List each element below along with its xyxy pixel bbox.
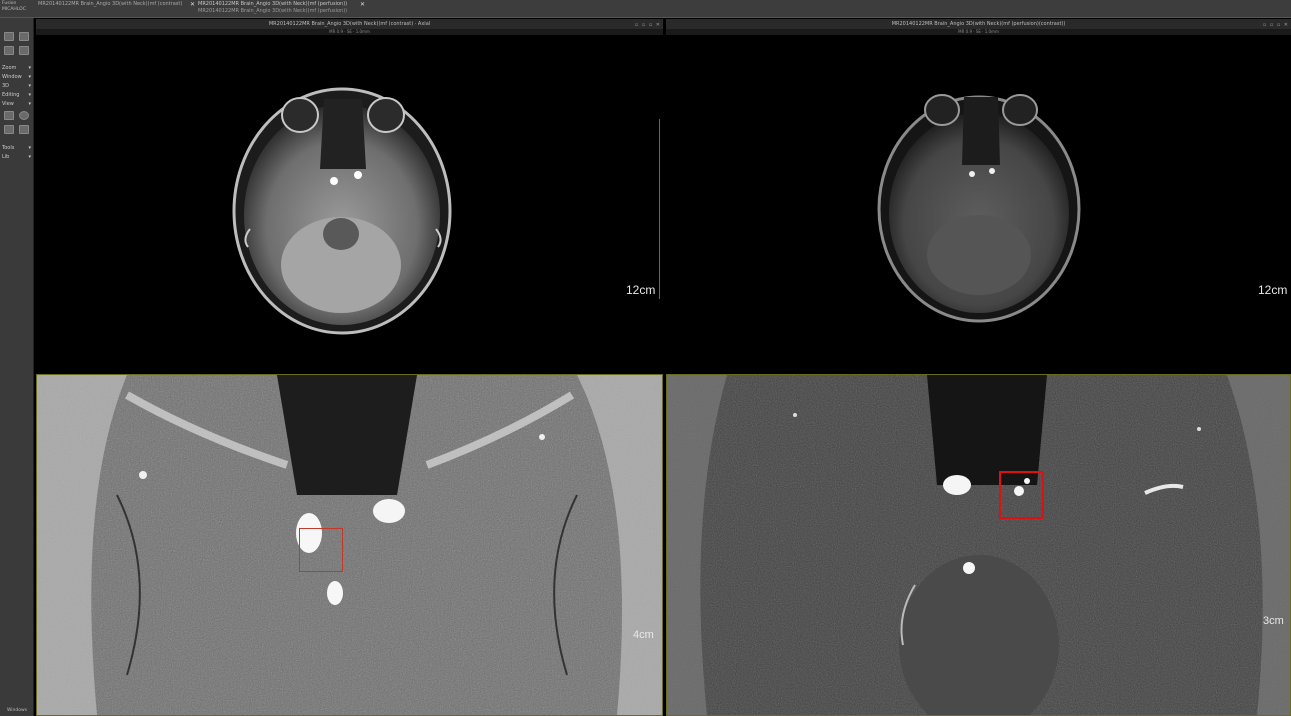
sidebar-item-zoom[interactable]: Zoom ▾ xyxy=(1,64,33,72)
windows-button[interactable]: Windows xyxy=(1,708,33,714)
sidebar-item-lib[interactable]: Lib ▾ xyxy=(1,153,33,161)
sidebar-item-label: View xyxy=(2,101,14,107)
mri-zoomed-image xyxy=(667,375,1290,715)
series-tab-label: MR20140122MR Brain_Angio 3D(with Neck)(m… xyxy=(198,8,348,14)
sidebar-item-label: Zoom xyxy=(2,65,17,71)
roi-box[interactable] xyxy=(299,528,343,572)
close-icon[interactable]: ✕ xyxy=(190,1,195,17)
series-icon[interactable] xyxy=(4,46,14,55)
tab-bar: Fusion MICAHLOC MR20140122MR Brain_Angio… xyxy=(0,0,1291,18)
scale-label: 3cm xyxy=(1263,615,1284,627)
viewport-top-right[interactable]: MR20140122MR Brain_Angio 3D(with Neck)(m… xyxy=(666,19,1291,373)
chevron-down-icon: ▾ xyxy=(28,101,31,107)
sidebar-item-label: Editing xyxy=(2,92,20,98)
sidebar-item-label: 3D xyxy=(2,83,10,89)
mri-axial-image xyxy=(877,94,1081,323)
sidebar-item-tools[interactable]: Tools ▾ xyxy=(1,144,33,152)
sidebar-item-label: Window xyxy=(2,74,22,80)
scale-label: 4cm xyxy=(633,629,654,641)
chevron-down-icon: ▾ xyxy=(28,83,31,89)
grid-icon[interactable] xyxy=(19,32,29,41)
chevron-down-icon: ▾ xyxy=(28,154,31,160)
annotation-icon[interactable] xyxy=(19,125,29,134)
chevron-down-icon: ▾ xyxy=(28,92,31,98)
info-icon[interactable] xyxy=(19,111,29,120)
viewport-bottom-right[interactable]: MR20140122MR Brain_Angio 3D · MIP · 5.0m… xyxy=(666,374,1291,716)
sidebar-item-label: Tools xyxy=(2,145,15,151)
sidebar-item-3d[interactable]: 3D ▾ xyxy=(1,82,33,90)
roi-box[interactable] xyxy=(999,471,1044,519)
series-tab-label: MR20140122MR Brain_Angio 3D(with Neck)(m… xyxy=(198,1,348,7)
compare-icon[interactable] xyxy=(19,46,29,55)
layout-icon[interactable] xyxy=(4,32,14,41)
sidebar-item-editing[interactable]: Editing ▾ xyxy=(1,91,33,99)
scale-bar xyxy=(659,119,660,299)
mri-zoomed-image xyxy=(37,375,662,715)
chevron-down-icon: ▾ xyxy=(28,74,31,80)
app-label-line-2: MICAHLOC xyxy=(2,7,26,12)
scale-label: 12cm xyxy=(626,283,656,297)
close-icon[interactable]: ✕ xyxy=(360,1,365,17)
measure-icon[interactable] xyxy=(4,111,14,120)
chevron-down-icon: ▾ xyxy=(28,145,31,151)
sidebar-item-label: Lib xyxy=(2,154,10,160)
sidebar-item-window[interactable]: Window ▾ xyxy=(1,73,33,81)
viewport-top-left[interactable]: MR20140122MR Brain_Angio 3D(with Neck)(m… xyxy=(36,19,663,373)
series-tab-label: MR20140122MR Brain_Angio 3D(with Neck)(m… xyxy=(38,1,183,7)
scale-label: 12cm xyxy=(1258,283,1288,297)
tool-sidebar: Zoom ▾ Window ▾ 3D ▾ Editing ▾ View ▾ To… xyxy=(0,18,34,716)
pointer-icon[interactable] xyxy=(4,125,14,134)
chevron-down-icon: ▾ xyxy=(28,65,31,71)
mri-axial-image xyxy=(232,87,452,335)
sidebar-item-view[interactable]: View ▾ xyxy=(1,100,33,108)
series-tab-1[interactable]: MR20140122MR Brain_Angio 3D(with Neck)(m… xyxy=(38,1,188,17)
app-label: Fusion MICAHLOC xyxy=(2,1,26,13)
viewport-bottom-left[interactable]: MR20140122MR Brain_Angio 3D · MIP · 5.0m… xyxy=(36,374,663,716)
